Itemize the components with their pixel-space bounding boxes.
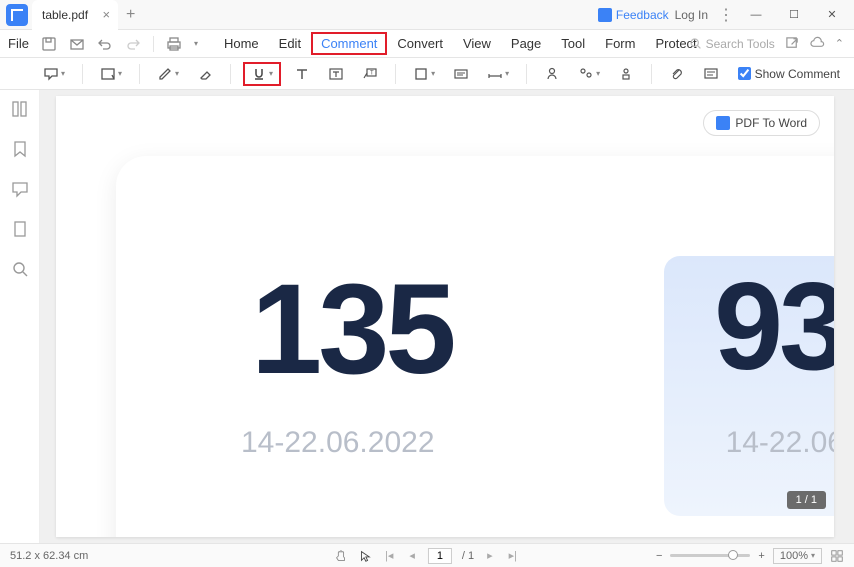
page-number-input[interactable] [428,548,452,564]
qat-dropdown-icon[interactable]: ▾ [194,39,198,48]
search-placeholder: Search Tools [706,37,775,51]
search-tools[interactable]: Search Tools [689,37,775,51]
zoom-controls: − + 100%▾ [656,548,844,564]
login-link[interactable]: Log In [675,8,708,22]
prev-page-button[interactable]: ◂ [406,549,418,562]
tab-convert[interactable]: Convert [387,32,453,55]
measure-tool[interactable]: ▾ [482,63,514,85]
attachments-icon[interactable] [11,220,29,238]
tab-tool[interactable]: Tool [551,32,595,55]
feedback-link[interactable]: Feedback [598,8,669,22]
stamp-tool[interactable] [448,63,474,85]
show-comment-label: Show Comment [755,67,840,81]
titlebar: table.pdf × + Feedback Log In ⋮ — ☐ ✕ [0,0,854,30]
app-icon [6,4,28,26]
tab-title: table.pdf [42,8,88,22]
thumbnails-icon[interactable] [11,100,29,118]
date-secondary: 14-22.06 [726,426,834,460]
zoom-level[interactable]: 100%▾ [773,548,822,564]
next-page-button[interactable]: ▸ [484,549,496,562]
menu-tabs: Home Edit Comment Convert View Page Tool… [214,32,707,55]
file-menu[interactable]: File [8,36,29,51]
search-icon [689,37,702,50]
hand-tool-icon[interactable] [334,549,348,563]
show-comment-toggle[interactable]: Show Comment [738,67,840,81]
add-tab-button[interactable]: + [126,6,135,24]
tab-edit[interactable]: Edit [269,32,311,55]
save-icon[interactable] [41,36,57,52]
close-tab-icon[interactable]: × [102,7,110,22]
bookmarks-icon[interactable] [11,140,29,158]
comments-icon[interactable] [11,180,29,198]
document-tab[interactable]: table.pdf × [32,0,118,30]
page-dimensions: 51.2 x 62.34 cm [10,550,88,562]
first-page-button[interactable]: |◂ [382,549,396,562]
cloud-icon[interactable] [810,36,825,51]
eraser-tool[interactable] [192,63,218,85]
attachment-tool[interactable] [664,63,690,85]
select-tool-icon[interactable] [358,549,372,563]
page-total: / 1 [462,550,474,562]
tab-comment[interactable]: Comment [311,32,387,55]
maximize-button[interactable]: ☐ [778,4,810,26]
svg-text:T: T [370,70,374,76]
shape-tool[interactable]: ▾ [408,63,440,85]
feedback-label: Feedback [616,8,669,22]
page-indicator: 1 / 1 [787,491,826,509]
quick-access-toolbar: ▾ [41,36,198,52]
fit-view-icon[interactable] [830,549,844,563]
date-primary: 14-22.06.2022 [241,426,435,460]
zoom-slider[interactable] [670,554,750,557]
statusbar: 51.2 x 62.34 cm |◂ ◂ / 1 ▸ ▸| − + 100%▾ [0,543,854,567]
last-page-button[interactable]: ▸| [506,549,520,562]
workspace: ▸ PDF To Word 135 14-22.06.2022 93 14-22… [0,90,854,543]
tab-view[interactable]: View [453,32,501,55]
share-icon[interactable] [785,36,800,51]
show-comment-checkbox[interactable] [738,67,751,80]
comment-toolbar: ▾ ▾ ▾ ▾ T ▾ ▾ ▾ Show Comment [0,58,854,90]
highlight-tool[interactable]: ▾ [95,63,127,85]
pdf-to-word-button[interactable]: PDF To Word [703,110,820,136]
zoom-in-button[interactable]: + [758,550,764,562]
text-tool[interactable] [289,63,315,85]
pdf-page[interactable]: PDF To Word 135 14-22.06.2022 93 14-22.0… [56,96,834,537]
custom-stamp-tool[interactable] [613,63,639,85]
undo-icon[interactable] [97,36,113,52]
pencil-tool[interactable]: ▾ [152,63,184,85]
menubar: File ▾ Home Edit Comment Convert View Pa… [0,30,854,58]
page-navigation: |◂ ◂ / 1 ▸ ▸| [334,548,520,564]
value-secondary: 93 [714,256,834,398]
canvas-area: PDF To Word 135 14-22.06.2022 93 14-22.0… [40,90,854,543]
value-primary: 135 [251,256,453,403]
tab-page[interactable]: Page [501,32,551,55]
mail-icon[interactable] [69,36,85,52]
text-box-tool[interactable] [323,63,349,85]
close-window-button[interactable]: ✕ [816,4,848,26]
signature-tool[interactable] [539,63,565,85]
underline-tool[interactable]: ▾ [243,62,281,86]
stamp-list-tool[interactable]: ▾ [573,63,605,85]
left-sidebar [0,90,40,543]
collapse-ribbon-icon[interactable]: ⌃ [835,37,844,50]
minimize-button[interactable]: — [740,4,772,26]
callout-tool[interactable]: T [357,63,383,85]
tab-form[interactable]: Form [595,32,645,55]
pdf-to-word-label: PDF To Word [735,116,807,130]
redo-icon[interactable] [125,36,141,52]
search-panel-icon[interactable] [11,260,29,278]
feedback-icon [598,8,612,22]
note-tool[interactable]: ▾ [38,63,70,85]
word-icon [716,116,730,130]
more-icon[interactable]: ⋮ [718,5,734,25]
tab-home[interactable]: Home [214,32,269,55]
zoom-out-button[interactable]: − [656,550,662,562]
comment-panel-tool[interactable] [698,63,724,85]
print-icon[interactable] [166,36,182,52]
zoom-thumb[interactable] [728,550,738,560]
